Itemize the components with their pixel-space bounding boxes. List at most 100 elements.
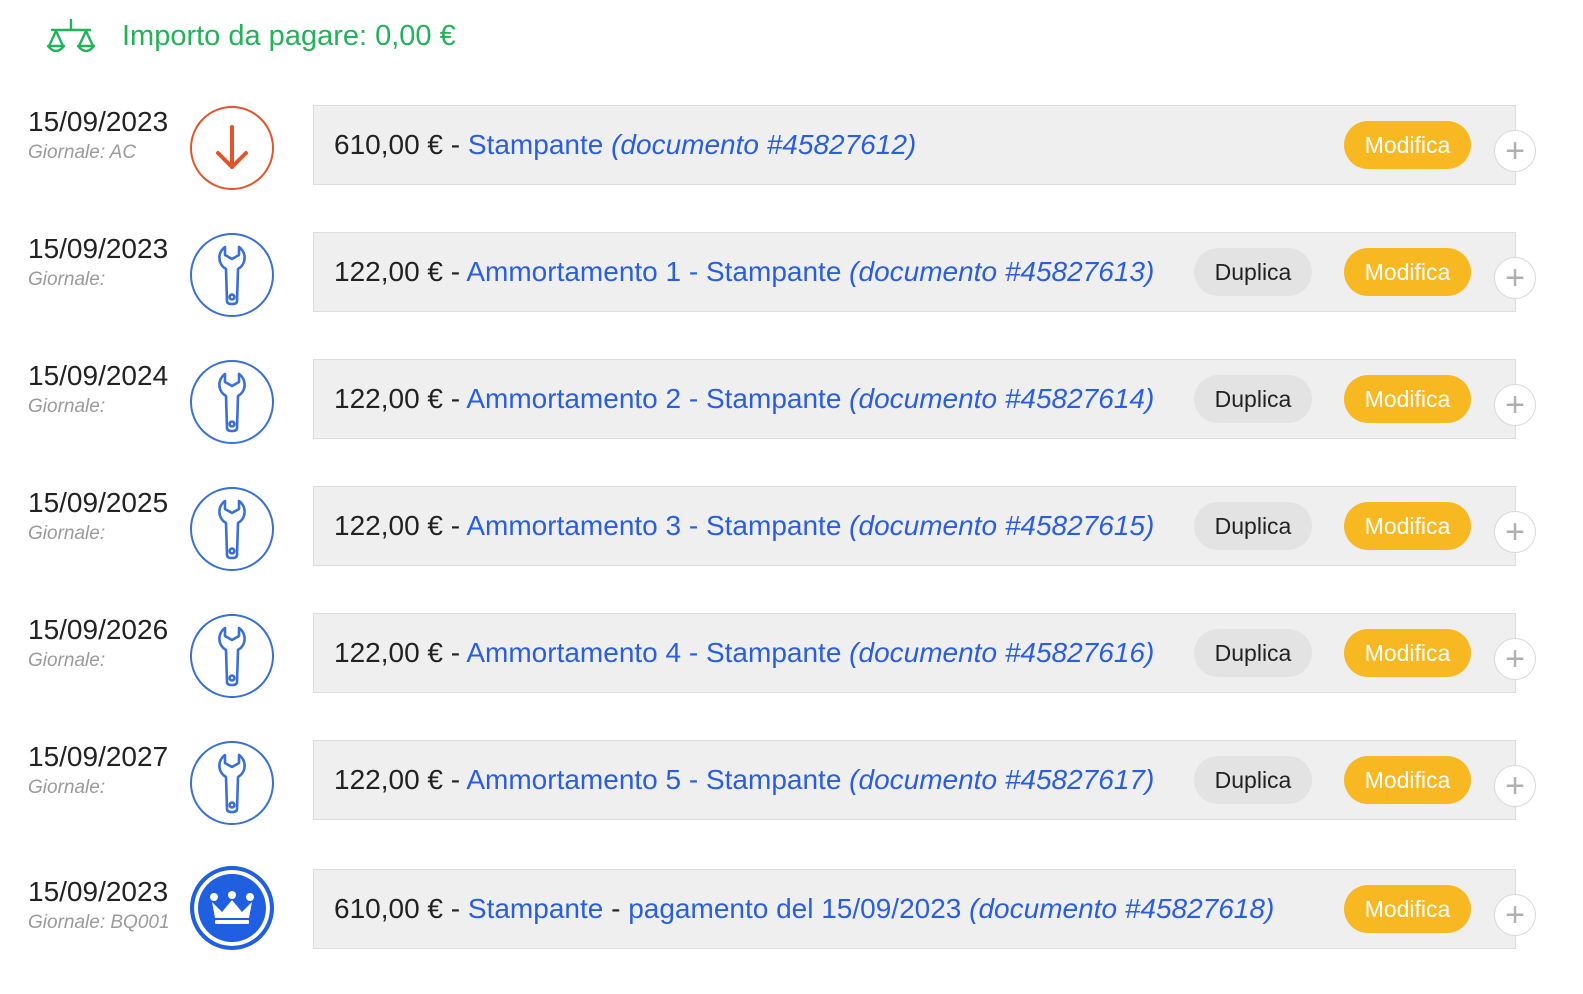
payment-link[interactable]: pagamento del 15/09/2023 [628,893,961,924]
amount: 610,00 € [334,129,443,160]
edit-button[interactable]: Modifica [1344,502,1471,550]
movement-description: 122,00 € - Ammortamento 4 - Stampante (d… [334,637,1154,669]
date-column: 15/09/2023 Giornale: BQ001 [28,876,170,934]
movement-description: 610,00 € - Stampante - pagamento del 15/… [334,893,1274,925]
add-button[interactable]: + [1494,638,1536,680]
movement-description: 122,00 € - Ammortamento 1 - Stampante (d… [334,256,1154,288]
amount: 122,00 € [334,764,443,795]
duplicate-button[interactable]: Duplica [1194,375,1312,423]
amount-due-title: Importo da pagare: 0,00 € [122,19,456,52]
crown-icon [208,890,256,926]
amount: 122,00 € [334,256,443,287]
wrench-icon [215,370,249,434]
movement-type-badge [190,741,274,825]
movement-description: 122,00 € - Ammortamento 3 - Stampante (d… [334,510,1154,542]
separator: - [450,383,461,414]
document-link[interactable]: (documento #45827612) [611,129,916,160]
journal-label: Giornale: [28,650,106,671]
movement-link[interactable]: Ammortamento 1 - Stampante [466,256,841,287]
edit-button[interactable]: Modifica [1344,756,1471,804]
movement-type-badge [190,866,274,950]
movement-row: 15/09/2023 Giornale: BQ001 610,00 € - Stam… [0,866,1583,968]
movement-row: 15/09/2025 Giornale: 122,00 € - Ammortamen… [0,485,1583,585]
separator: - [450,893,461,924]
movement-date: 15/09/2026 [28,614,169,645]
edit-button[interactable]: Modifica [1344,375,1471,423]
movement-box: 122,00 € - Ammortamento 5 - Stampante (d… [313,740,1516,820]
date-column: 15/09/2026 Giornale: [28,614,168,672]
movement-description: 122,00 € - Ammortamento 5 - Stampante (d… [334,764,1154,796]
separator: - [450,129,461,160]
edit-button[interactable]: Modifica [1344,121,1471,169]
document-link[interactable]: (documento #45827618) [969,893,1274,924]
wrench-icon [215,243,249,307]
movement-type-badge [190,487,274,571]
add-button[interactable]: + [1494,511,1536,553]
movement-row: 15/09/2024 Giornale: 122,00 € - Ammortamen… [0,358,1583,458]
movement-row: 15/09/2027 Giornale: 122,00 € - Ammortamen… [0,739,1583,839]
movement-date: 15/09/2024 [28,360,169,391]
add-button[interactable]: + [1494,257,1536,299]
movement-date: 15/09/2027 [28,741,169,772]
separator: - [450,510,461,541]
document-link[interactable]: (documento #45827615) [849,510,1154,541]
journal-label: Giornale: BQ001 [28,912,170,933]
movement-description: 122,00 € - Ammortamento 2 - Stampante (d… [334,383,1154,415]
scale-icon [46,16,96,56]
movement-box: 122,00 € - Ammortamento 3 - Stampante (d… [313,486,1516,566]
plus-icon: + [1505,896,1525,934]
add-button[interactable]: + [1494,130,1536,172]
duplicate-button[interactable]: Duplica [1194,629,1312,677]
journal-label: Giornale: AC [28,142,137,163]
movement-link[interactable]: Ammortamento 5 - Stampante [466,764,841,795]
movement-type-badge [190,614,274,698]
document-link[interactable]: (documento #45827616) [849,637,1154,668]
movement-box: 610,00 € - Stampante (documento #4582761… [313,105,1516,185]
document-link[interactable]: (documento #45827613) [849,256,1154,287]
add-button[interactable]: + [1494,765,1536,807]
journal-label: Giornale: [28,523,106,544]
header: Importo da pagare: 0,00 € [46,12,456,60]
movement-link[interactable]: Ammortamento 3 - Stampante [466,510,841,541]
arrow-down-icon [212,123,252,173]
movement-box: 610,00 € - Stampante - pagamento del 15/… [313,869,1516,949]
date-column: 15/09/2025 Giornale: [28,487,168,545]
add-button[interactable]: + [1494,894,1536,936]
edit-button[interactable]: Modifica [1344,629,1471,677]
separator: - [450,256,461,287]
movement-link[interactable]: Ammortamento 2 - Stampante [466,383,841,414]
add-button[interactable]: + [1494,384,1536,426]
amount: 122,00 € [334,383,443,414]
movement-description: 610,00 € - Stampante (documento #4582761… [334,129,916,161]
duplicate-button[interactable]: Duplica [1194,756,1312,804]
document-link[interactable]: (documento #45827614) [849,383,1154,414]
movement-box: 122,00 € - Ammortamento 1 - Stampante (d… [313,232,1516,312]
separator: - [450,764,461,795]
plus-icon: + [1505,640,1525,678]
journal-label: Giornale: [28,777,106,798]
edit-button[interactable]: Modifica [1344,885,1471,933]
edit-button[interactable]: Modifica [1344,248,1471,296]
movement-link[interactable]: Ammortamento 4 - Stampante [466,637,841,668]
movement-type-badge [190,106,274,190]
wrench-icon [215,624,249,688]
journal-label: Giornale: [28,396,106,417]
document-link[interactable]: (documento #45827617) [849,764,1154,795]
plus-icon: + [1505,132,1525,170]
plus-icon: + [1505,259,1525,297]
date-column: 15/09/2027 Giornale: [28,741,168,799]
movement-link[interactable]: Stampante [468,129,603,160]
wrench-icon [215,751,249,815]
separator: - [611,893,621,924]
movement-date: 15/09/2023 [28,233,169,264]
duplicate-button[interactable]: Duplica [1194,248,1312,296]
movement-box: 122,00 € - Ammortamento 2 - Stampante (d… [313,359,1516,439]
movement-link[interactable]: Stampante [468,893,603,924]
movement-date: 15/09/2023 [28,876,169,907]
wrench-icon [215,497,249,561]
amount: 610,00 € [334,893,443,924]
amount: 122,00 € [334,637,443,668]
duplicate-button[interactable]: Duplica [1194,502,1312,550]
plus-icon: + [1505,386,1525,424]
movement-row: 15/09/2023 Giornale: 122,00 € - Ammortamen… [0,231,1583,331]
